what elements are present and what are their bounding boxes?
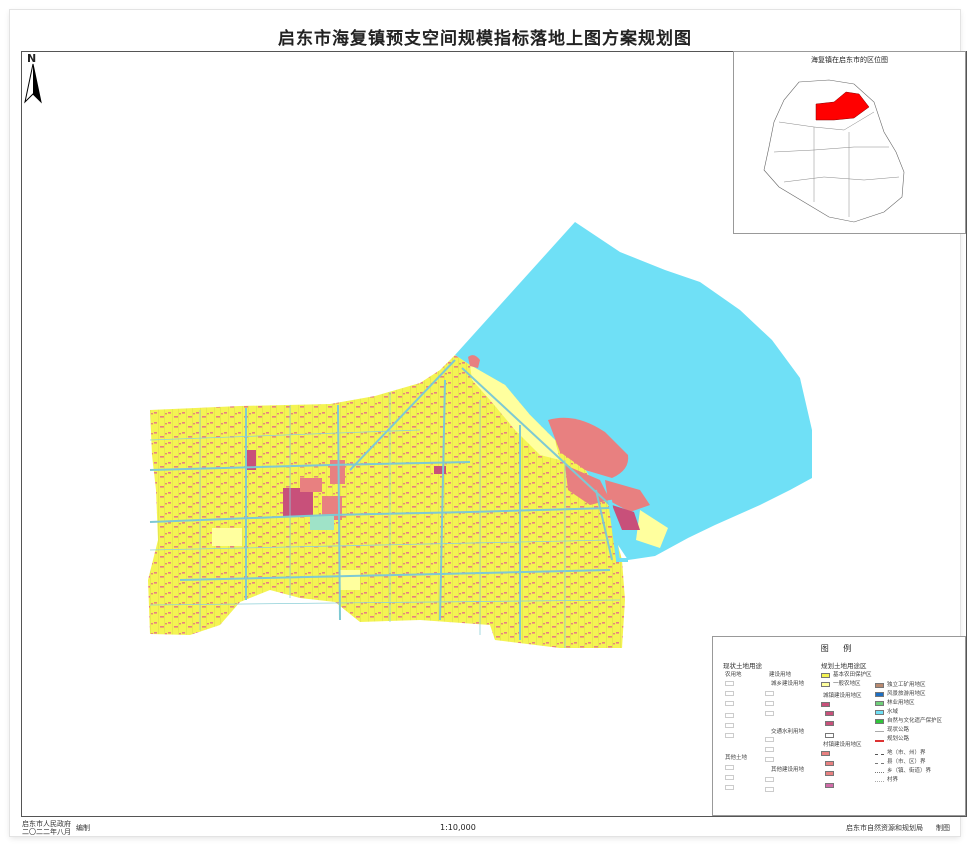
legend-village-zone-heading: 村镇建设用地区 xyxy=(823,742,862,748)
location-inset: 海复镇在启东市的区位图 xyxy=(733,51,966,234)
legend-swatch-nature xyxy=(875,719,884,724)
inset-map xyxy=(763,79,905,223)
legend-swatch-mining xyxy=(875,683,884,688)
legend-road-now: 现状公路 xyxy=(887,727,910,733)
legend-other-build-heading: 其他建设用地 xyxy=(771,767,805,773)
legend-right-heading: 规划土地用途区 xyxy=(821,662,867,670)
map-legend: 图 例 现状土地用途 规划土地用途区 农用地 建设用地 城乡建设用地 交通水利用… xyxy=(712,636,966,816)
footer-draw: 制图 xyxy=(936,824,950,832)
legend-swatch-scenic xyxy=(875,692,884,697)
footer-date: 二〇二二年八月 xyxy=(22,828,71,836)
legend-build-heading: 建设用地 xyxy=(769,672,792,678)
legend-boundary-4: 村界 xyxy=(887,777,899,783)
footer-bureau: 启东市自然资源和规划局 xyxy=(846,824,923,832)
legend-swatch-farmland xyxy=(821,673,830,678)
legend-other-heading: 其他土地 xyxy=(725,755,748,761)
legend-mining: 独立工矿用地区 xyxy=(887,682,926,688)
legend-left-heading: 现状土地用途 xyxy=(723,662,762,670)
legend-road-plan: 规划公路 xyxy=(887,736,910,742)
map-scale: 1:10,000 xyxy=(440,823,476,832)
footer-compile: 编制 xyxy=(76,824,90,832)
legend-general: 一般农地区 xyxy=(833,681,861,687)
legend-boundary-2: 县（市、区）界 xyxy=(887,759,926,765)
legend-swatch-general xyxy=(821,682,830,687)
legend-scenic: 风景旅游用地区 xyxy=(887,691,926,697)
legend-swatch-water xyxy=(875,710,884,715)
legend-water: 水域 xyxy=(887,709,899,715)
legend-town-zone-heading: 城镇建设用地区 xyxy=(823,693,862,699)
legend-boundary-1: 地（市、州）界 xyxy=(887,750,926,756)
legend-traffic-heading: 交通水利用地 xyxy=(771,729,805,735)
legend-ecology: 林业用地区 xyxy=(887,700,915,706)
town-center xyxy=(283,488,313,516)
legend-boundary-3: 乡（镇、街道）界 xyxy=(887,768,932,774)
legend-nature: 自然与文化遗产保护区 xyxy=(887,718,943,724)
legend-agri-heading: 农用地 xyxy=(725,672,742,678)
legend-farmland: 基本农田保护区 xyxy=(833,672,872,678)
legend-swatch-ecology xyxy=(875,701,884,706)
legend-town-heading: 城乡建设用地 xyxy=(771,681,805,687)
legend-title: 图 例 xyxy=(820,644,858,653)
